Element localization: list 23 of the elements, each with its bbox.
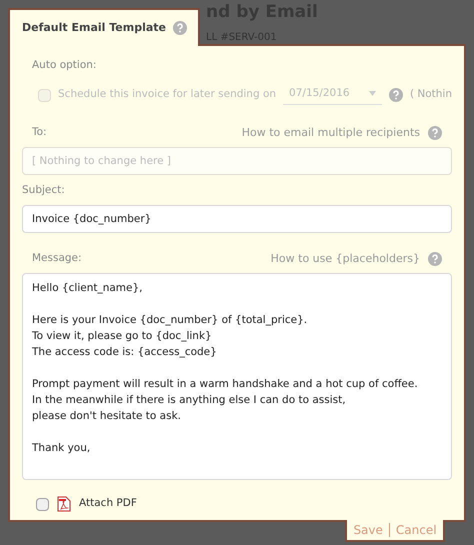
help-link[interactable]: How to email multiple recipients	[242, 124, 420, 141]
message-field[interactable]: Hello {client_name}, Here is your Invoice {doc_number} of {total_price}. To view it, please go to {doc_link} The access code is: {access_code} Prompt payment will result in a warm handshake and a hot cup of coffee. In the meanwhile if there is anything else I can do to assist, please don't hesitate to ask. Thank you,	[22, 273, 452, 480]
note-text: ( Nothin	[410, 87, 452, 102]
message-label: Message:	[32, 251, 82, 266]
help-icon[interactable]	[428, 126, 442, 140]
pdf-icon	[57, 496, 71, 512]
attach-pdf-label: Attach PDF	[79, 496, 137, 512]
help-icon[interactable]	[388, 88, 403, 102]
subject-field[interactable]: Invoice {doc_number}	[22, 204, 452, 233]
action-link[interactable]: Save	[353, 521, 383, 539]
subject-label: Subject:	[22, 183, 66, 198]
checkbox[interactable]	[36, 498, 49, 511]
help-icon[interactable]	[173, 21, 188, 35]
help-link[interactable]: How to use {placeholders}	[270, 250, 420, 268]
to-field[interactable]: [ Nothing to change here ]	[22, 147, 452, 175]
tab-label: Default Email Template	[22, 20, 166, 36]
template-tab[interactable]: Default Email Template	[8, 8, 200, 46]
help-icon[interactable]	[428, 252, 442, 266]
auto-option-label: Auto option:	[32, 58, 98, 73]
action-link[interactable]: Cancel	[396, 521, 437, 539]
caret-icon	[368, 91, 376, 96]
to-label: To:	[32, 124, 47, 140]
schedule-label: Schedule this invoice for later sending on	[58, 87, 276, 102]
